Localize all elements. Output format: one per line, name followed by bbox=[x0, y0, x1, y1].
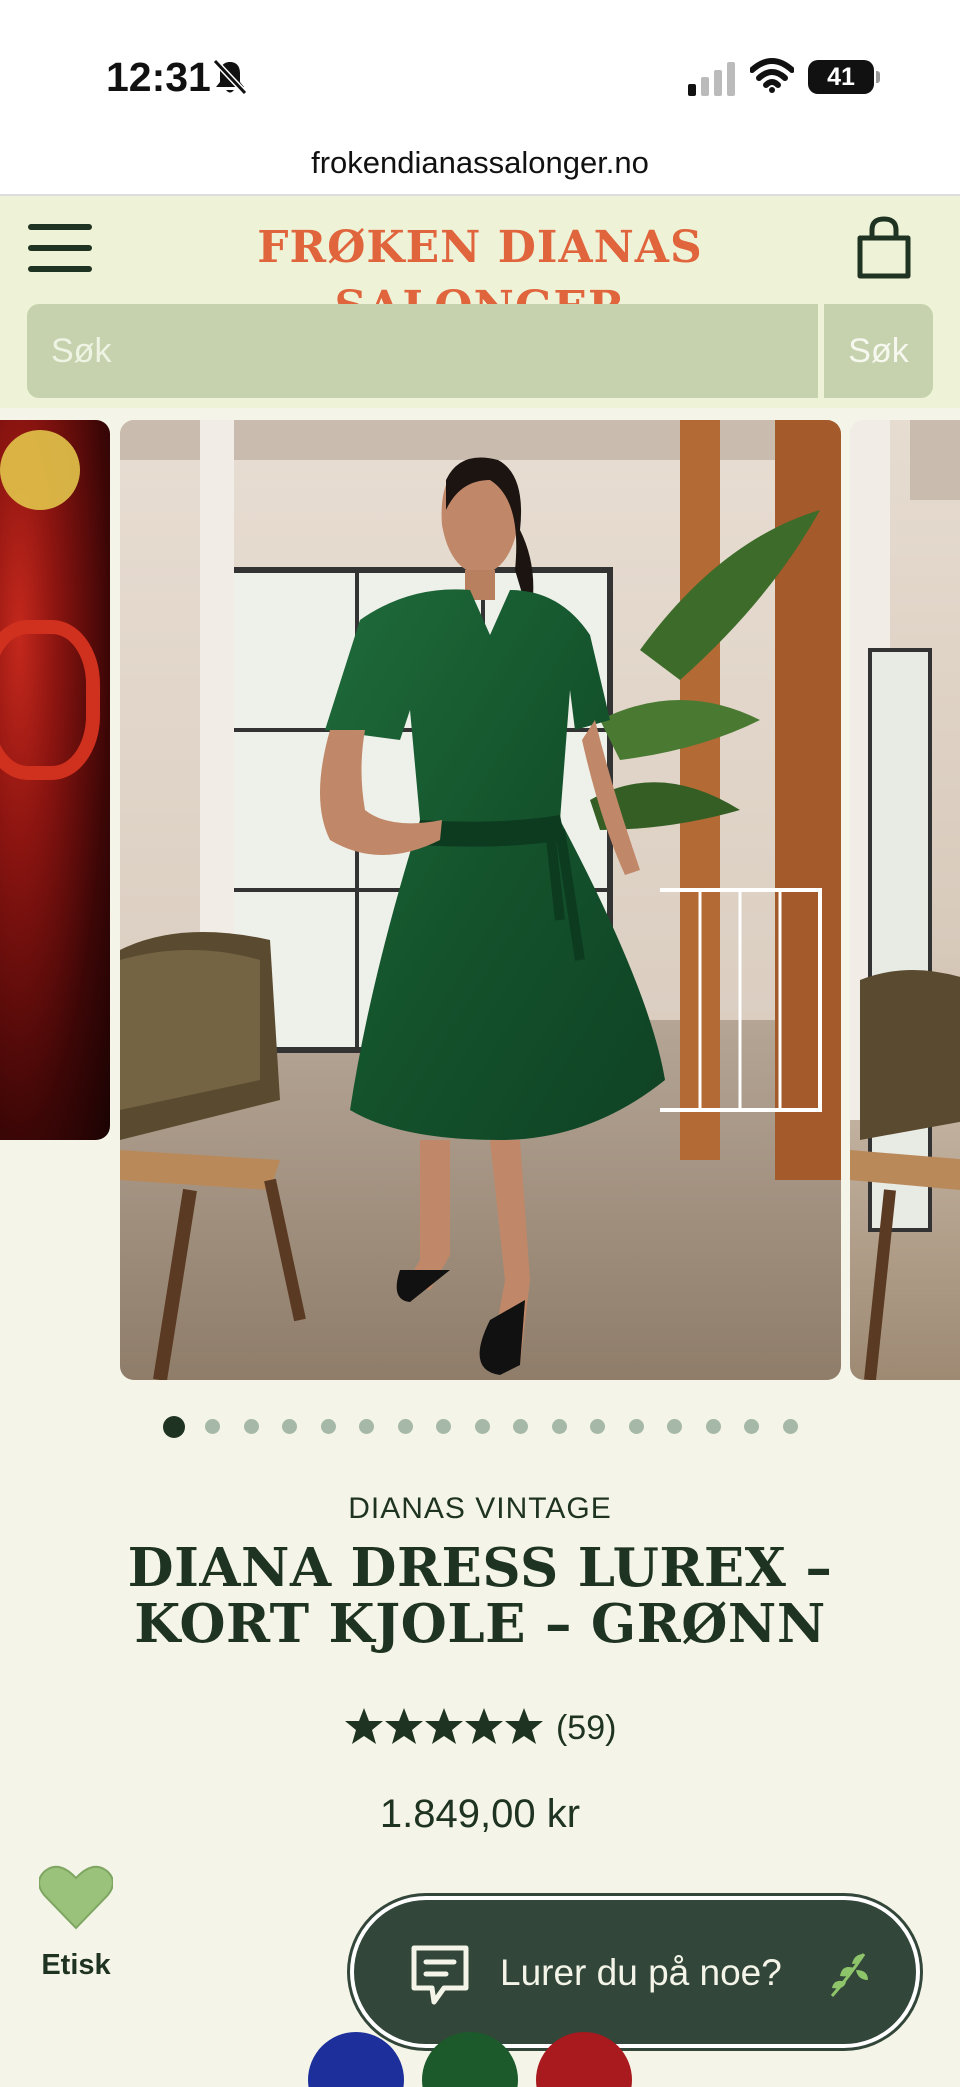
url-text: frokendianassalonger.no bbox=[311, 145, 649, 180]
signal-icon bbox=[688, 62, 735, 96]
carousel-slide-next[interactable] bbox=[850, 420, 960, 1380]
menu-line bbox=[28, 266, 92, 272]
bell-muted-icon bbox=[212, 58, 248, 96]
carousel-dot[interactable] bbox=[282, 1419, 297, 1434]
star-icon bbox=[504, 1708, 543, 1744]
carousel-dot[interactable] bbox=[474, 1419, 490, 1434]
star-icon bbox=[464, 1708, 503, 1744]
product-photo bbox=[120, 420, 841, 1380]
browser-url-bar[interactable]: frokendianassalonger.no bbox=[0, 130, 960, 196]
review-count: (59) bbox=[555, 1709, 617, 1747]
carousel-dot[interactable] bbox=[513, 1419, 528, 1434]
product-image-carousel[interactable] bbox=[0, 420, 960, 1380]
star-icon bbox=[384, 1708, 423, 1744]
carousel-dot[interactable] bbox=[359, 1419, 374, 1434]
chat-bubble-icon bbox=[411, 1945, 469, 2005]
carousel-dot[interactable] bbox=[163, 1416, 185, 1438]
menu-button[interactable] bbox=[28, 224, 92, 280]
search-button[interactable]: Søk bbox=[824, 304, 933, 398]
carousel-dot[interactable] bbox=[782, 1419, 798, 1434]
carousel-dot[interactable] bbox=[397, 1419, 413, 1434]
carousel-dot[interactable] bbox=[551, 1419, 567, 1434]
product-rating[interactable]: (59) bbox=[0, 1706, 960, 1752]
product-price: 1.849,00 kr bbox=[379, 1792, 581, 1836]
carousel-dot[interactable] bbox=[705, 1419, 721, 1434]
star-icon bbox=[344, 1708, 383, 1744]
leaf-icon bbox=[830, 1953, 868, 1997]
menu-line bbox=[28, 224, 92, 230]
carousel-dot[interactable] bbox=[436, 1419, 451, 1434]
product-image-main[interactable] bbox=[120, 420, 841, 1380]
search-bar: Søk bbox=[27, 304, 933, 398]
search-input[interactable] bbox=[27, 304, 818, 398]
carousel-dot[interactable] bbox=[243, 1419, 259, 1434]
battery-indicator: 41 bbox=[808, 60, 880, 94]
etisk-label: Etisk bbox=[41, 1949, 111, 1981]
carousel-dot[interactable] bbox=[590, 1419, 605, 1434]
carousel-slide-previous[interactable] bbox=[0, 420, 110, 1140]
carousel-pagination bbox=[0, 1416, 960, 1440]
etisk-badge[interactable]: Etisk bbox=[36, 1864, 116, 1981]
product-brand[interactable]: DIANAS VINTAGE bbox=[0, 1492, 960, 1526]
carousel-dot[interactable] bbox=[744, 1419, 759, 1434]
chat-label: Lurer du på noe? bbox=[500, 1952, 782, 1993]
heart-icon bbox=[38, 1865, 114, 1930]
shopping-bag-icon[interactable] bbox=[856, 216, 912, 280]
status-bar: 12:31 41 bbox=[0, 0, 960, 130]
carousel-dot[interactable] bbox=[667, 1419, 682, 1434]
site-header: FRØKEN DIANAS SALONGER Søk bbox=[0, 196, 960, 408]
chat-button[interactable]: Lurer du på noe? bbox=[350, 1896, 920, 2048]
star-icon bbox=[424, 1708, 463, 1744]
pattern-shape bbox=[0, 430, 80, 510]
carousel-dot[interactable] bbox=[628, 1419, 644, 1434]
carousel-dot[interactable] bbox=[205, 1419, 220, 1434]
product-title: DIANA DRESS LUREX – KORT KJOLE – GRØNN bbox=[127, 1537, 833, 1655]
pattern-shape bbox=[0, 620, 100, 780]
color-swatch[interactable] bbox=[308, 2032, 404, 2087]
rating-stars bbox=[344, 1706, 544, 1751]
wifi-icon bbox=[750, 58, 794, 93]
menu-line bbox=[28, 245, 92, 251]
carousel-dot[interactable] bbox=[320, 1419, 336, 1434]
status-time: 12:31 bbox=[106, 54, 211, 100]
product-photo-next bbox=[850, 420, 960, 1380]
